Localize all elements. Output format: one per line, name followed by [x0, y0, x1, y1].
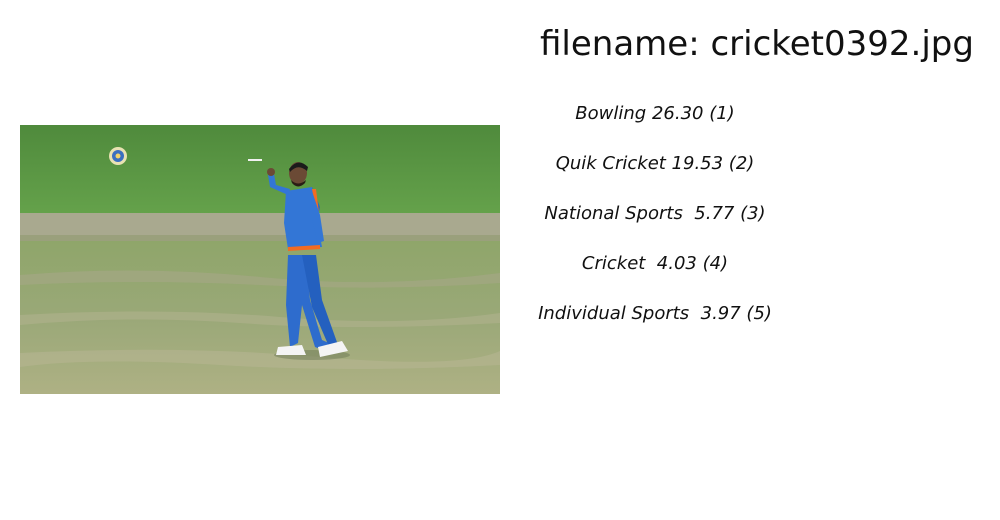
prediction-item-4: Cricket 4.03 (4)	[581, 253, 729, 274]
cricket-photo	[20, 125, 500, 394]
prediction-item-2: Quik Cricket 19.53 (2)	[555, 153, 755, 174]
prediction-item-3: National Sports 5.77 (3)	[544, 203, 766, 224]
filename-label: filename: cricket0392.jpg	[540, 24, 974, 64]
prediction-item-5: Individual Sports 3.97 (5)	[538, 303, 772, 324]
prediction-item-1: Bowling 26.30 (1)	[575, 103, 735, 124]
prediction-list: Bowling 26.30 (1) Quik Cricket 19.53 (2)…	[538, 102, 772, 352]
cricket-photo-drawing	[20, 125, 500, 394]
